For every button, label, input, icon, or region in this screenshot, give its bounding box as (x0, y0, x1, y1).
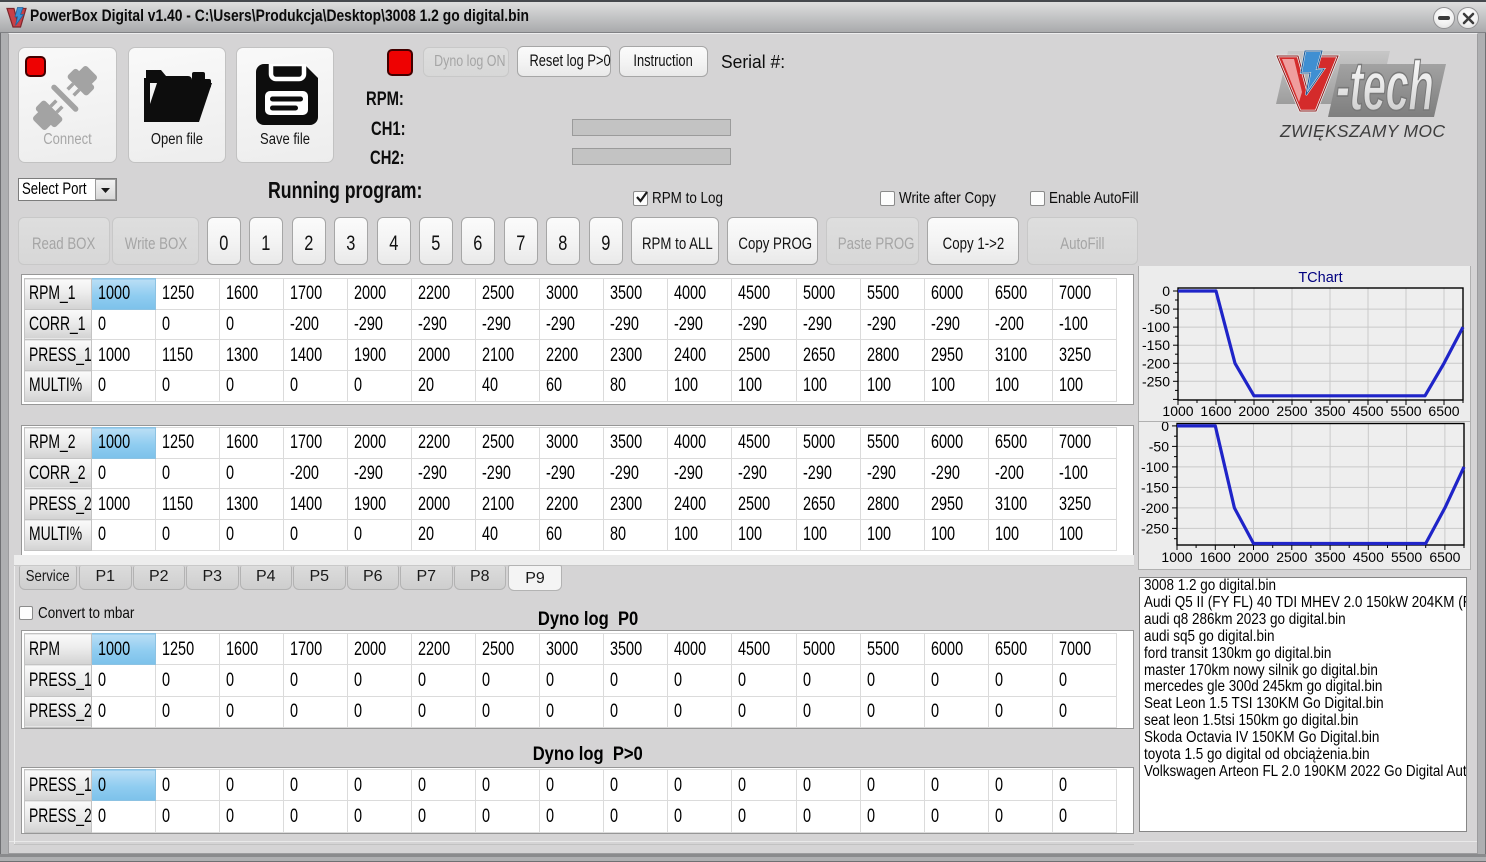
svg-text:2000: 2000 (1238, 549, 1269, 565)
svg-text:5500: 5500 (1390, 403, 1421, 419)
svg-text:0: 0 (1162, 283, 1170, 299)
svg-text:-100: -100 (1141, 459, 1169, 475)
svg-text:1000: 1000 (1162, 403, 1193, 419)
svg-text:1600: 1600 (1200, 549, 1231, 565)
svg-text:3500: 3500 (1315, 549, 1346, 565)
svg-text:4500: 4500 (1352, 403, 1383, 419)
svg-text:-50: -50 (1150, 301, 1170, 317)
svg-text:-150: -150 (1141, 479, 1169, 495)
svg-text:3500: 3500 (1314, 403, 1345, 419)
svg-text:1000: 1000 (1161, 549, 1192, 565)
svg-text:2500: 2500 (1276, 403, 1307, 419)
svg-text:-tech: -tech (1336, 48, 1433, 126)
svg-text:5500: 5500 (1391, 549, 1422, 565)
svg-text:-250: -250 (1142, 373, 1170, 389)
svg-text:TChart: TChart (1298, 270, 1342, 286)
svg-text:-150: -150 (1142, 337, 1170, 353)
svg-text:6500: 6500 (1428, 403, 1459, 419)
svg-text:0: 0 (1161, 422, 1169, 434)
svg-text:-250: -250 (1141, 520, 1169, 536)
svg-text:2500: 2500 (1276, 549, 1307, 565)
svg-text:-200: -200 (1142, 355, 1170, 371)
svg-text:-50: -50 (1149, 438, 1169, 454)
svg-text:-200: -200 (1141, 500, 1169, 516)
svg-text:6500: 6500 (1429, 549, 1460, 565)
svg-text:1600: 1600 (1200, 403, 1231, 419)
svg-text:2000: 2000 (1238, 403, 1269, 419)
svg-text:4500: 4500 (1353, 549, 1384, 565)
svg-text:-100: -100 (1142, 319, 1170, 335)
